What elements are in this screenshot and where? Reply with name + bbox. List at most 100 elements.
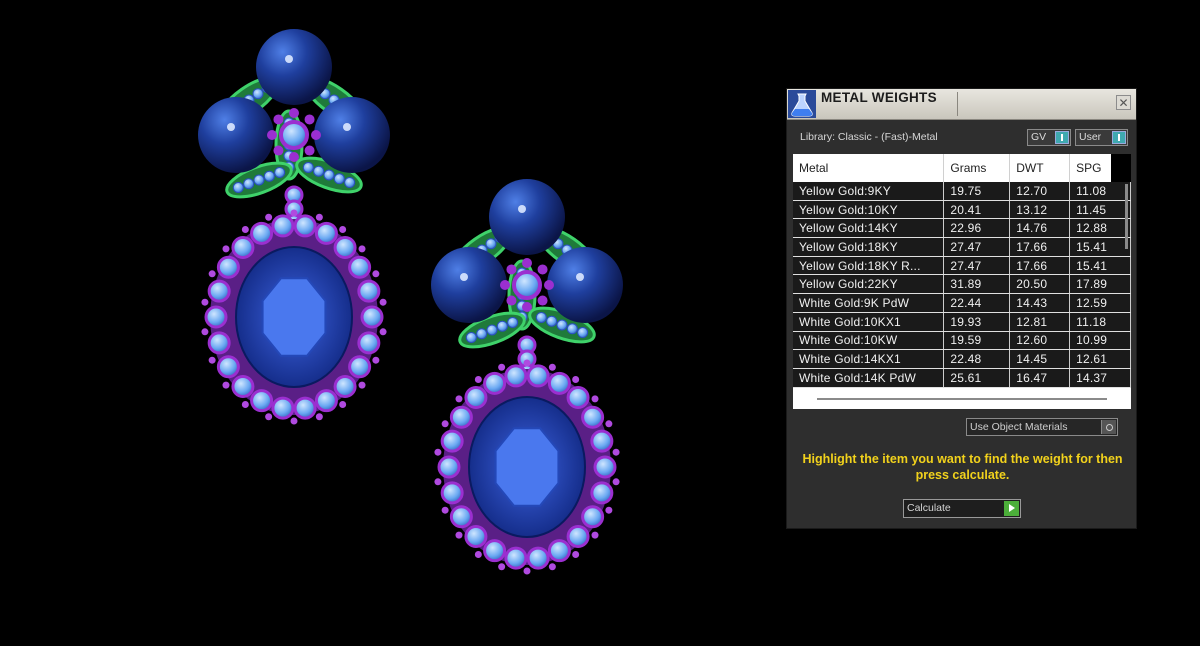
halo-stone: [207, 331, 231, 355]
table-row[interactable]: Yellow Gold:22KY 31.89 20.50 17.89: [793, 274, 1131, 295]
table-row[interactable]: Yellow Gold:9KY 19.75 12.70 11.08: [793, 182, 1131, 201]
halo-stone: [250, 221, 274, 245]
halo-stone: [250, 389, 274, 413]
leaf-stone: [496, 320, 508, 332]
leaf-stone: [302, 161, 314, 173]
table-cell: 11.08: [1069, 182, 1131, 201]
halo-bead: [315, 413, 323, 421]
leaf-stone: [333, 173, 345, 185]
pearl: [547, 247, 623, 323]
halo-stone: [590, 481, 614, 505]
halo-bead: [434, 448, 442, 456]
horizontal-scrollbar[interactable]: [817, 398, 1107, 400]
halo-stone: [216, 355, 240, 379]
halo-bead: [441, 506, 449, 514]
gv-toggle[interactable]: GV: [1027, 129, 1071, 146]
halo-stone: [440, 429, 464, 453]
halo-bead: [605, 506, 613, 514]
table-row[interactable]: Yellow Gold:14KY 22.96 14.76 12.88: [793, 218, 1131, 239]
column-header-metal[interactable]: Metal: [793, 154, 945, 182]
leaf-stone: [507, 316, 519, 328]
leaf-stone: [274, 166, 286, 178]
halo-bead: [591, 531, 599, 539]
table-cell: 22.96: [943, 218, 1011, 239]
center-stone: [279, 120, 309, 150]
table-cell: 25.61: [943, 368, 1011, 388]
pearl: [431, 247, 507, 323]
leaf-stone: [323, 169, 335, 181]
table-row[interactable]: Yellow Gold:18KY R... 27.47 17.66 15.41: [793, 256, 1131, 276]
pearl: [314, 97, 390, 173]
table-cell: 12.81: [1009, 312, 1071, 332]
title-separator: [957, 92, 958, 116]
calculate-button[interactable]: Calculate: [903, 499, 1021, 518]
table-cell: 17.66: [1009, 256, 1071, 276]
pearl-highlight: [576, 273, 584, 281]
halo-bead: [241, 400, 249, 408]
table-cell: 15.41: [1069, 237, 1131, 257]
table-row[interactable]: Yellow Gold:10KY 20.41 13.12 11.45: [793, 200, 1131, 220]
table-row[interactable]: White Gold:14KX1 22.48 14.45 12.61: [793, 349, 1131, 369]
halo-bead: [591, 395, 599, 403]
table-row[interactable]: White Gold:9K PdW 22.44 14.43 12.59: [793, 293, 1131, 313]
vertical-scrollbar[interactable]: [1125, 184, 1128, 249]
pearl: [256, 29, 332, 105]
halo-bead: [379, 298, 387, 306]
halo-stone: [483, 539, 507, 563]
halo-bead: [548, 363, 556, 371]
halo-stone: [440, 481, 464, 505]
halo-bead: [290, 417, 298, 425]
user-toggle-label: User: [1079, 131, 1102, 143]
column-header-grams[interactable]: Grams: [943, 154, 1011, 182]
bead: [289, 108, 299, 118]
table-cell: White Gold:14K PdW: [793, 368, 945, 388]
halo-bead: [358, 381, 366, 389]
metal-table[interactable]: Metal Grams DWT SPG Yellow Gold:9KY 19.75 12.…: [793, 154, 1131, 409]
halo-stone: [593, 455, 617, 479]
leaf-stone: [556, 319, 568, 331]
table-row[interactable]: White Gold:10KX1 19.93 12.81 11.18: [793, 312, 1131, 332]
halo-stone: [526, 546, 550, 570]
calculate-label: Calculate: [907, 502, 951, 514]
halo-bead: [434, 478, 442, 486]
halo-stone: [348, 355, 372, 379]
halo-stone: [204, 305, 228, 329]
bead: [537, 295, 548, 306]
bead: [522, 258, 532, 268]
leaf-stone: [252, 88, 264, 100]
table-cell: 14.45: [1009, 349, 1071, 369]
halo-stone: [504, 546, 528, 570]
table-cell: Yellow Gold:10KY: [793, 200, 945, 220]
leaf-stone: [535, 311, 547, 323]
pearl-highlight: [285, 55, 293, 63]
halo-bead: [201, 328, 209, 336]
panel-titlebar[interactable]: METAL WEIGHTS ✕: [787, 89, 1136, 120]
column-header-dwt[interactable]: DWT: [1009, 154, 1071, 182]
table-row[interactable]: White Gold:14K PdW 25.61 16.47 14.37: [793, 368, 1131, 388]
halo-stone: [357, 279, 381, 303]
table-row[interactable]: White Gold:10KW 19.59 12.60 10.99: [793, 331, 1131, 351]
halo-stone: [231, 375, 255, 399]
halo-stone: [231, 235, 255, 259]
table-cell: 17.89: [1069, 274, 1131, 295]
halo-bead: [222, 381, 230, 389]
halo-stone: [314, 221, 338, 245]
sapphire-table-facet: [494, 427, 560, 507]
halo-stone: [333, 375, 357, 399]
user-toggle-switch-icon: [1112, 131, 1126, 144]
halo-bead: [572, 550, 580, 558]
halo-bead: [241, 226, 249, 234]
table-cell: Yellow Gold:18KY R...: [793, 256, 945, 276]
halo-stone: [547, 371, 571, 395]
bead: [273, 145, 284, 156]
materials-dropdown[interactable]: Use Object Materials: [966, 418, 1118, 436]
user-toggle[interactable]: User: [1075, 129, 1128, 146]
table-cell: 14.37: [1069, 368, 1131, 388]
table-row[interactable]: Yellow Gold:18KY 27.47 17.66 15.41: [793, 237, 1131, 257]
leaf-stone: [566, 323, 578, 335]
halo-bead: [474, 376, 482, 384]
bead: [273, 114, 284, 125]
leaf-stone: [577, 327, 589, 339]
close-button[interactable]: ✕: [1116, 95, 1131, 110]
halo-stone: [357, 331, 381, 355]
